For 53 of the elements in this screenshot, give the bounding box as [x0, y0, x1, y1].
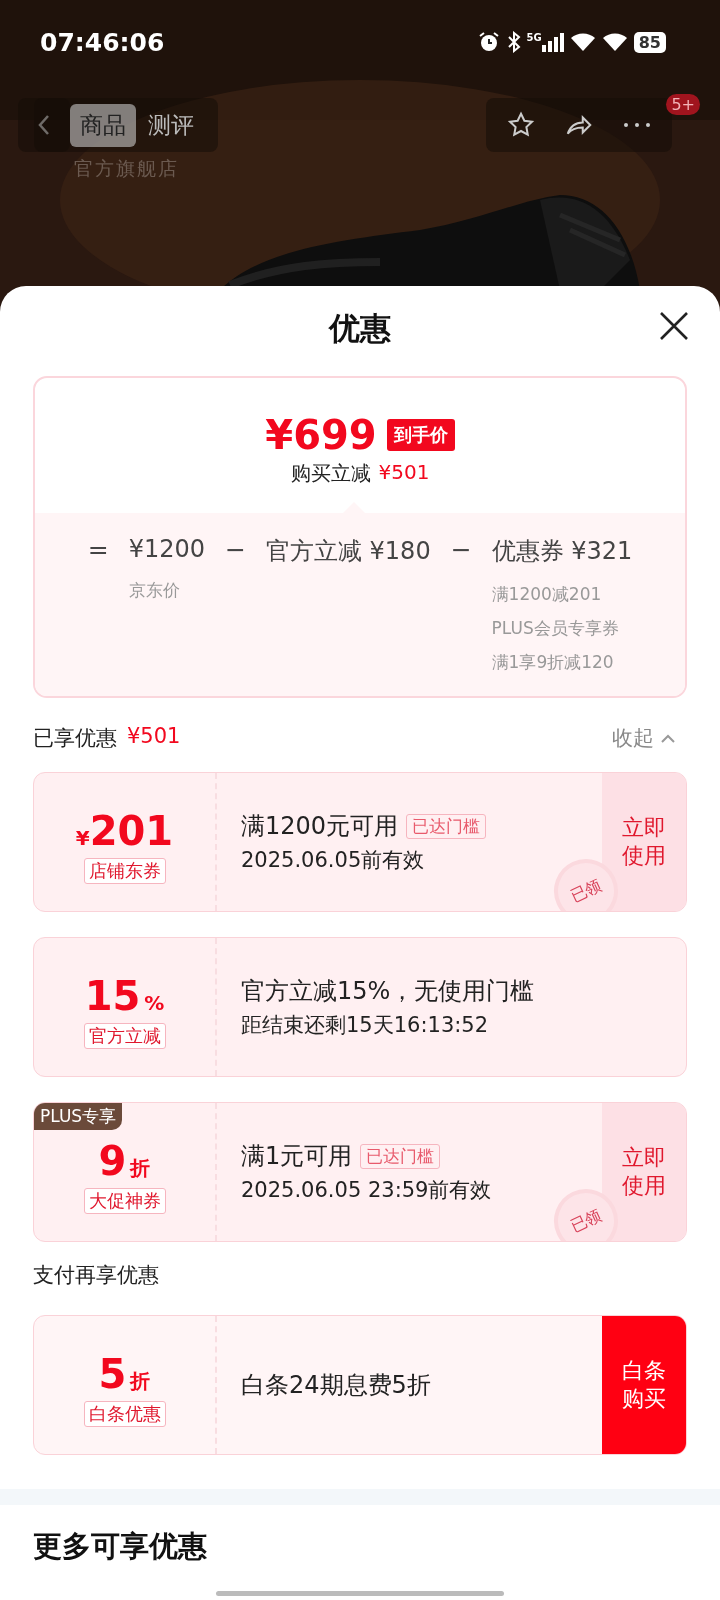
- bluetooth-icon: [506, 31, 521, 53]
- section-title: 更多可享优惠: [33, 1529, 207, 1564]
- term-note: 满1200减201: [491, 583, 603, 606]
- clock: 07:46:06: [40, 27, 165, 57]
- back-icon: [37, 113, 51, 137]
- coupon-condition: 满1200元可用: [241, 811, 399, 843]
- tab[interactable]: 商品: [70, 103, 136, 147]
- coupon-validity: 距结束还剩15天16:13:52: [241, 1012, 490, 1040]
- chevron-icon: [660, 733, 676, 744]
- coupon-validity: 2025.06.05前有效: [241, 847, 426, 875]
- term-note: 京东价: [128, 579, 181, 602]
- price-term: ¥1200: [128, 535, 205, 563]
- section-title: 支付再享优惠: [33, 1263, 159, 1288]
- threshold-badge: 已达门槛: [406, 813, 487, 839]
- saving-label: 购买立减: [290, 460, 371, 487]
- more-icon: [622, 121, 652, 129]
- plus-tag: PLUS专享: [34, 1103, 123, 1131]
- wifi-icon: [569, 32, 596, 52]
- saving-amount: ¥501: [378, 460, 430, 486]
- use-coupon-button[interactable]: 立即使用: [602, 1103, 686, 1242]
- network-label: 5G: [526, 31, 542, 43]
- final-price: ¥699: [265, 412, 377, 458]
- price-term: 官方立减 ¥180: [265, 536, 431, 567]
- coupon-condition: 官方立减15%，无使用门槛: [241, 976, 535, 1008]
- signal-icon: [541, 32, 564, 52]
- coupon-type-tag: 官方立减: [83, 1023, 166, 1050]
- price-term: 优惠券 ¥321: [491, 536, 633, 567]
- coupon-condition: 白条24期息费5折: [241, 1370, 431, 1402]
- term-note: 满1享9折减120: [491, 650, 615, 674]
- coupon-validity: 2025.06.05 23:59前有效: [241, 1177, 493, 1205]
- coupon-condition: 满1元可用: [241, 1141, 353, 1173]
- sheet-title: 优惠: [329, 309, 391, 348]
- term-note: PLUS会员专享券: [491, 616, 620, 640]
- coupon-value: 5 折: [98, 1351, 151, 1398]
- section-title: 已享优惠: [33, 725, 117, 753]
- collapse-toggle[interactable]: 收起: [612, 724, 676, 753]
- operator: =: [87, 535, 109, 564]
- discount-total: ¥501: [127, 724, 181, 751]
- coupon-type-tag: 白条优惠: [83, 1401, 166, 1428]
- coupon-type-tag: 大促神券: [83, 1188, 166, 1215]
- operator: −: [450, 535, 472, 564]
- tab[interactable]: 测评: [138, 103, 204, 147]
- coupon-value: 15%: [84, 973, 165, 1020]
- buy-button[interactable]: 白条购买: [602, 1316, 686, 1455]
- operator: −: [225, 535, 246, 564]
- wifi-icon: [601, 32, 628, 52]
- price-tag: 到手价: [386, 419, 455, 451]
- coupon-value: 9 折: [98, 1138, 151, 1185]
- coupon-type-tag: 店铺东券: [83, 858, 166, 885]
- coupon-value: ¥201: [75, 808, 174, 855]
- threshold-badge: 已达门槛: [360, 1143, 441, 1169]
- use-coupon-button[interactable]: 立即使用: [602, 773, 686, 912]
- store-label: 官方旗舰店: [74, 156, 180, 181]
